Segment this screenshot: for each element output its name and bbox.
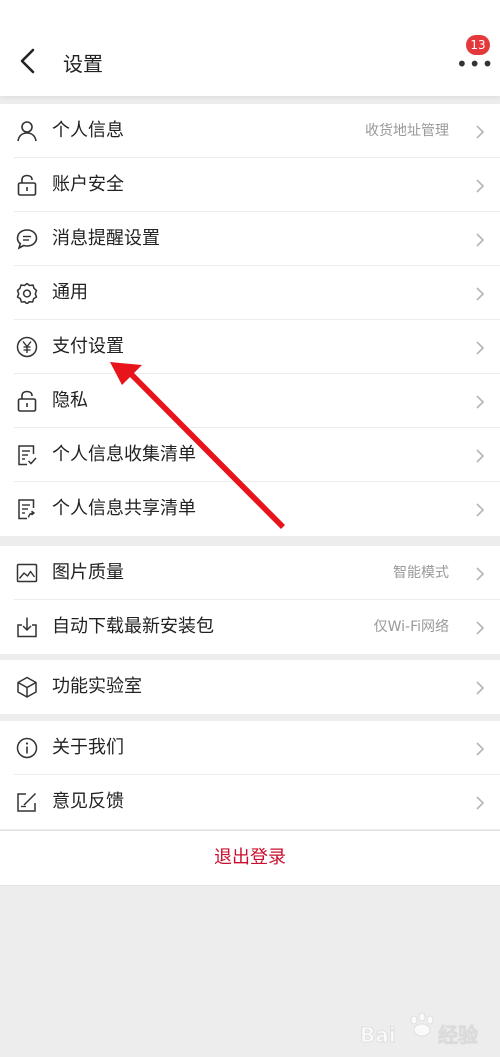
settings-row-feature-lab[interactable]: 功能实验室 — [0, 660, 500, 714]
settings-row-about-us[interactable]: 关于我们 — [0, 721, 500, 775]
chevron-right-icon — [476, 449, 485, 463]
row-label: 个人信息收集清单 — [52, 444, 196, 465]
chevron-right-icon — [476, 341, 485, 355]
document-list-icon — [18, 445, 37, 466]
chevron-right-icon — [476, 287, 485, 301]
download-icon — [17, 617, 37, 638]
top-bar: 设置 ••• 13 — [0, 0, 500, 96]
settings-group-lab: 功能实验室 — [0, 660, 500, 714]
back-button[interactable] — [12, 44, 46, 78]
settings-row-auto-download[interactable]: 自动下载最新安装包 仅Wi-Fi网络 — [0, 600, 500, 654]
logout-button[interactable]: 退出登录 — [0, 830, 500, 886]
row-label: 关于我们 — [52, 737, 124, 758]
chevron-right-icon — [476, 796, 485, 810]
row-value: 智能模式 — [393, 565, 449, 581]
chevron-right-icon — [476, 621, 485, 635]
back-arrow-icon — [20, 48, 35, 74]
row-label: 图片质量 — [52, 562, 124, 583]
chevron-right-icon — [476, 233, 485, 247]
row-label: 意见反馈 — [52, 791, 124, 812]
settings-row-info-sharing-list[interactable]: 个人信息共享清单 — [0, 482, 500, 536]
settings-row-info-collection-list[interactable]: 个人信息收集清单 — [0, 428, 500, 482]
chevron-right-icon — [476, 681, 485, 695]
cube-icon — [17, 676, 37, 698]
page-title: 设置 — [63, 52, 103, 76]
settings-row-message-notifications[interactable]: 消息提醒设置 — [0, 212, 500, 266]
svg-text:Bai: Bai — [360, 1023, 396, 1047]
row-label: 功能实验室 — [52, 676, 142, 697]
chevron-right-icon — [476, 179, 485, 193]
message-icon — [16, 229, 38, 250]
row-label: 自动下载最新安装包 — [52, 616, 214, 637]
settings-group-about: 关于我们 意见反馈 — [0, 721, 500, 829]
notification-badge: 13 — [466, 35, 490, 55]
chevron-right-icon — [476, 125, 485, 139]
lock-icon — [17, 390, 37, 412]
svg-text:经验: 经验 — [438, 1023, 478, 1047]
gear-icon — [16, 282, 38, 304]
settings-row-personal-info[interactable]: 个人信息 收货地址管理 — [0, 104, 500, 158]
row-value: 仅Wi-Fi网络 — [373, 619, 449, 635]
row-label: 隐私 — [52, 390, 88, 411]
yen-icon — [16, 336, 38, 358]
row-label: 账户安全 — [52, 174, 124, 195]
settings-group-account: 个人信息 收货地址管理 账户安全 消息提醒设置 通用 支付设置 隐私 个人信息收… — [0, 104, 500, 536]
row-label: 个人信息共享清单 — [52, 498, 196, 519]
document-share-icon — [18, 499, 36, 520]
chevron-right-icon — [476, 395, 485, 409]
row-label: 消息提醒设置 — [52, 228, 160, 249]
chevron-right-icon — [476, 503, 485, 517]
person-icon — [17, 121, 37, 142]
info-icon — [16, 737, 38, 759]
row-label: 通用 — [52, 282, 88, 303]
settings-row-privacy[interactable]: 隐私 — [0, 374, 500, 428]
settings-row-image-quality[interactable]: 图片质量 智能模式 — [0, 546, 500, 600]
lock-icon — [17, 174, 37, 196]
settings-row-payment[interactable]: 支付设置 — [0, 320, 500, 374]
row-label: 支付设置 — [52, 336, 124, 357]
settings-row-account-security[interactable]: 账户安全 — [0, 158, 500, 212]
feedback-icon — [17, 792, 37, 812]
chevron-right-icon — [476, 567, 485, 581]
settings-row-general[interactable]: 通用 — [0, 266, 500, 320]
image-icon — [16, 563, 38, 583]
settings-row-feedback[interactable]: 意见反馈 — [0, 775, 500, 829]
baidu-jingyan-watermark: Bai 经验 — [360, 1012, 478, 1047]
more-dots-icon: ••• — [456, 52, 495, 76]
row-label: 个人信息 — [52, 120, 124, 141]
row-value: 收货地址管理 — [365, 123, 449, 139]
chevron-right-icon — [476, 742, 485, 756]
settings-group-media: 图片质量 智能模式 自动下载最新安装包 仅Wi-Fi网络 — [0, 546, 500, 654]
